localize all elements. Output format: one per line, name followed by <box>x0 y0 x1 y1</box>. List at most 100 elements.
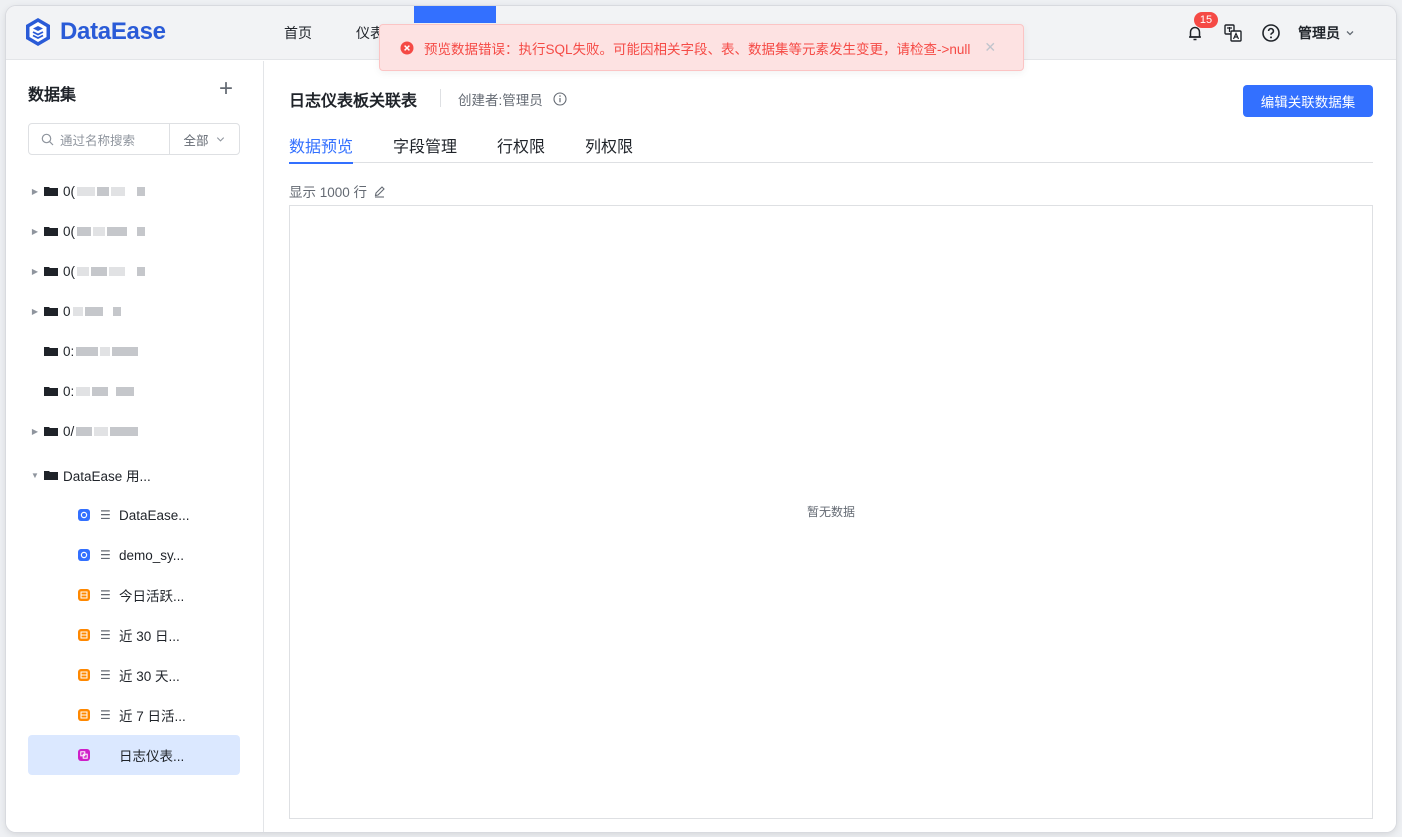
search-icon <box>41 133 54 145</box>
tab-column-permission[interactable]: 列权限 <box>585 133 633 163</box>
folder-icon <box>44 471 58 480</box>
help-button[interactable] <box>1260 22 1282 44</box>
folder-name-prefix: 0( <box>63 263 76 279</box>
sliders-icon: ☰ <box>100 508 111 522</box>
app-window: DataEase 首页 仪表 15 管理员 数据集 + 通过名称搜索 全部 ▶ … <box>6 6 1396 832</box>
page-title: 日志仪表板关联表 <box>289 93 418 110</box>
tree-folder[interactable]: 0: <box>28 371 240 411</box>
language-button[interactable] <box>1222 22 1244 44</box>
folder-name-prefix: 0( <box>63 223 76 239</box>
caret-right-icon[interactable]: ▶ <box>28 227 42 236</box>
detail-tabs: 数据预览 字段管理 行权限 列权限 <box>289 133 1373 164</box>
folder-icon <box>44 307 58 316</box>
folder-icon <box>44 187 58 196</box>
logo-text: DataEase <box>60 18 166 45</box>
caret-right-icon[interactable]: ▶ <box>28 187 42 196</box>
sql-dataset-icon <box>78 709 90 721</box>
logo[interactable]: DataEase <box>22 15 166 49</box>
union-dataset-icon <box>78 749 90 761</box>
title-divider <box>440 89 441 107</box>
empty-state-text: 暂无数据 <box>806 505 855 519</box>
close-icon[interactable]: ✕ <box>984 39 996 56</box>
folder-name-prefix: 0/ <box>63 423 75 439</box>
sql-dataset-icon <box>78 669 90 681</box>
sliders-icon: ☰ <box>100 628 111 642</box>
edit-union-dataset-button[interactable]: 编辑关联数据集 <box>1243 85 1373 117</box>
help-icon <box>1262 24 1280 42</box>
tab-field-management[interactable]: 字段管理 <box>393 133 457 163</box>
dataset-label: 近 30 日... <box>119 629 180 644</box>
dataset-search: 通过名称搜索 全部 <box>28 123 240 155</box>
chevron-down-icon <box>1346 31 1354 36</box>
type-filter-select[interactable]: 全部 <box>170 130 239 149</box>
sliders-icon: ☰ <box>100 708 111 722</box>
dataset-label: 今日活跃... <box>119 589 185 604</box>
search-placeholder: 通过名称搜索 <box>60 133 136 148</box>
type-filter-value: 全部 <box>183 133 209 148</box>
caret-down-icon[interactable]: ▼ <box>28 471 42 480</box>
nav-active-indicator <box>414 6 496 23</box>
folder-name-prefix: 0: <box>63 383 75 399</box>
tree-dataset[interactable]: ☰ 今日活跃... <box>28 575 240 615</box>
caret-right-icon[interactable]: ▶ <box>28 307 42 316</box>
folder-icon <box>44 227 58 236</box>
tree-dataset[interactable]: ☰ demo_sy... <box>28 535 240 575</box>
caret-right-icon[interactable]: ▶ <box>28 267 42 276</box>
dataset-label: DataEase... <box>119 507 190 523</box>
sql-dataset-icon <box>78 589 90 601</box>
folder-name-prefix: 0 <box>63 303 71 319</box>
tree-folder[interactable]: ▶ 0( <box>28 171 240 211</box>
add-dataset-button[interactable]: + <box>214 75 238 103</box>
creator-label: 创建者:管理员 <box>458 93 543 108</box>
search-input[interactable]: 通过名称搜索 <box>29 124 170 154</box>
tree-folder-expanded[interactable]: ▼ DataEase 用... <box>28 455 240 495</box>
tree-dataset[interactable]: ☰ 近 30 天... <box>28 655 240 695</box>
sliders-icon: ☰ <box>100 668 111 682</box>
tree-dataset[interactable]: ☰ 近 30 日... <box>28 615 240 655</box>
top-nav: 首页 仪表 <box>284 6 384 60</box>
translate-icon <box>1224 24 1242 42</box>
sidebar-title: 数据集 <box>28 87 77 104</box>
nav-item-home[interactable]: 首页 <box>284 23 312 43</box>
tree-folder[interactable]: ▶ 0( <box>28 251 240 291</box>
user-menu[interactable]: 管理员 <box>1298 23 1356 43</box>
tree-folder[interactable]: ▶ 0/ <box>28 411 240 451</box>
tree-folder[interactable]: ▶ 0( <box>28 211 240 251</box>
dataset-detail: 日志仪表板关联表 创建者:管理员 编辑关联数据集 数据预览 字段管理 行权限 列… <box>265 61 1396 832</box>
top-right-actions: 15 管理员 <box>1184 6 1356 60</box>
tree-dataset[interactable]: ☰ 近 7 日活... <box>28 695 240 735</box>
sliders-icon: ☰ <box>100 588 111 602</box>
row-limit-text: 显示 1000 行 <box>289 185 368 200</box>
folder-name: DataEase 用... <box>63 469 151 484</box>
dataset-label: 日志仪表... <box>119 749 185 764</box>
error-message: 预览数据错误：执行SQL失败。可能因相关字段、表、数据集等元素发生变更，请检查-… <box>424 41 971 57</box>
error-icon <box>400 41 414 54</box>
tree-folder[interactable]: ▶ 0 <box>28 291 240 331</box>
sql-dataset-icon <box>78 629 90 641</box>
dataease-logo-icon <box>26 18 50 46</box>
tree-folder[interactable]: 0: <box>28 331 240 371</box>
info-icon[interactable] <box>553 92 567 106</box>
chevron-down-icon <box>216 136 224 142</box>
folder-icon <box>44 347 58 356</box>
user-name: 管理员 <box>1298 25 1340 41</box>
notification-badge: 15 <box>1194 12 1218 28</box>
dataset-label: 近 7 日活... <box>119 709 186 724</box>
folder-name-prefix: 0( <box>63 183 76 199</box>
creator-info: 创建者:管理员 <box>458 89 567 109</box>
folder-icon <box>44 267 58 276</box>
folder-name-prefix: 0: <box>63 343 75 359</box>
folder-icon <box>44 387 58 396</box>
tree-dataset-selected[interactable]: 日志仪表... <box>28 735 240 775</box>
tree-dataset[interactable]: ☰ DataEase... <box>28 495 240 535</box>
datasource-icon <box>78 509 90 521</box>
caret-right-icon[interactable]: ▶ <box>28 427 42 436</box>
notification-button[interactable]: 15 <box>1184 12 1218 44</box>
edit-icon[interactable] <box>373 185 386 198</box>
tab-row-permission[interactable]: 行权限 <box>497 133 545 163</box>
datasource-icon <box>78 549 90 561</box>
dataset-label: 近 30 天... <box>119 669 180 684</box>
tab-data-preview[interactable]: 数据预览 <box>289 133 354 164</box>
data-preview-table: 暂无数据 <box>289 205 1373 819</box>
dataset-label: demo_sy... <box>119 547 185 563</box>
